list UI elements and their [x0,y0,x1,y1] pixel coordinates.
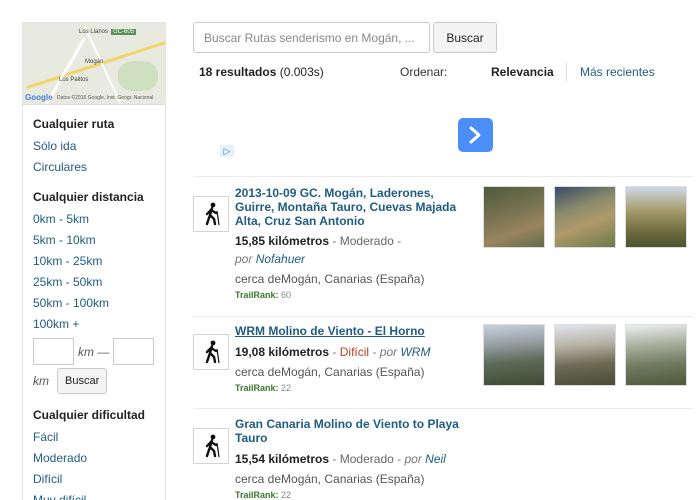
map-town-label: Los Llanos [79,29,109,35]
hiking-icon [193,334,229,370]
filter-easy[interactable]: Fácil [33,427,155,448]
filter-very-hard[interactable]: Muy difícil [33,490,155,500]
ad-next-button[interactable] [458,118,493,152]
search-button[interactable]: Buscar [433,22,497,53]
filter-distance-10-25[interactable]: 10km - 25km [33,251,155,272]
result-difficulty: Difícil [339,345,370,359]
filter-distance-50-100[interactable]: 50km - 100km [33,293,155,314]
result-photo-thumbnail[interactable] [625,186,687,248]
result-photo-thumbnail[interactable] [554,324,616,386]
result-by: por [404,452,422,466]
result-distance: 15,54 kilómetros [235,452,330,466]
distance-range-submit-row: km Buscar [33,368,155,394]
result-divider [193,316,693,317]
result-distance: 15,85 kilómetros [235,234,330,248]
result-photo-thumbnail[interactable] [483,324,545,386]
result-title-link[interactable]: 2013-10-09 GC. Mogán, Laderones, Guirre,… [235,186,460,228]
sort-relevance-tab[interactable]: Relevancia [491,65,554,79]
range-separator: km — [78,344,110,359]
result-item: WRM Molino de Viento - El Horno 19,08 ki… [193,324,693,404]
max-distance-field[interactable] [113,338,155,365]
google-logo: Google [25,93,53,102]
results-count: 18 resultados (0.003s) [199,65,324,79]
map-thumbnail[interactable]: GC-605 Los Llanos Mogán Los Palitos Goog… [23,23,165,105]
hiking-icon [193,428,229,464]
map-green-area [118,61,158,91]
result-divider [193,176,693,177]
result-by: por [235,252,253,266]
result-location: cerca deMogán, Canarias (España) [235,272,425,286]
filter-hard[interactable]: Difícil [33,469,155,490]
filter-sidebar: GC-605 Los Llanos Mogán Los Palitos Goog… [22,22,166,500]
result-author-link[interactable]: Nofahuer [256,252,305,266]
result-meta: 15,85 kilómetros - Moderado - [235,234,402,248]
result-meta: 15,54 kilómetros - Moderado - por Neil [235,452,446,466]
result-photo-thumbnail[interactable] [625,324,687,386]
result-divider [193,408,693,409]
result-photo-thumbnail[interactable] [483,186,545,248]
result-photo-thumbnail[interactable] [554,186,616,248]
results-count-number: 18 resultados [199,65,277,79]
facet-title-difficulty: Cualquier dificultad [33,408,146,422]
difficulty-facet: Cualquier dificultad Fácil Moderado Difí… [23,408,165,500]
filter-distance-0-5[interactable]: 0km - 5km [33,209,155,230]
result-by: por [379,345,398,359]
filter-one-way[interactable]: Sólo ida [33,136,155,157]
result-title-link[interactable]: WRM Molino de Viento - El Horno [235,324,460,338]
map-town-label: Mogán [85,59,104,65]
result-meta: 19,08 kilómetros - Difícil - por WRM [235,345,431,359]
range-unit: km [33,374,49,388]
result-title-link[interactable]: Gran Canaria Molino de Viento to Playa T… [235,417,460,445]
route-type-facet: Cualquier ruta Sólo ida Circulares [23,117,165,178]
result-distance: 19,08 kilómetros [235,345,330,359]
result-trailrank: TrailRank: 22 [235,383,292,393]
result-author-link[interactable]: WRM [400,345,430,359]
adchoices-icon[interactable]: ▷ [220,145,234,157]
filter-moderate[interactable]: Moderado [33,448,155,469]
result-trailrank: TrailRank: 22 [235,490,292,500]
sort-divider [566,62,567,82]
result-location: cerca deMogán, Canarias (España) [235,365,425,379]
sort-recent-tab[interactable]: Más recientes [580,65,655,79]
result-difficulty: Moderado [339,234,394,248]
map-copyright: Datos ©2016 Google, Inst. Geogr. Naciona… [57,95,154,101]
filter-distance-25-50[interactable]: 25km - 50km [33,272,155,293]
facet-title-distance: Cualquier distancia [33,190,144,204]
filter-circular[interactable]: Circulares [33,157,155,178]
distance-range-row: km — [33,338,155,365]
facet-title-route: Cualquier ruta [33,117,115,131]
filter-distance-100-plus[interactable]: 100km + [33,314,155,335]
result-author-row: por Nofahuer [235,252,305,266]
distance-facet: Cualquier distancia 0km - 5km 5km - 10km… [23,190,165,394]
min-distance-field[interactable] [33,338,74,365]
sort-label: Ordenar: [400,65,448,79]
query-time: (0.003s) [279,65,324,79]
result-item: 2013-10-09 GC. Mogán, Laderones, Guirre,… [193,186,693,306]
result-item: Gran Canaria Molino de Viento to Playa T… [193,416,693,500]
filter-distance-5-10[interactable]: 5km - 10km [33,230,155,251]
result-author-link[interactable]: Neil [425,452,446,466]
map-road-label: GC-605 [111,29,137,35]
map-town-label: Los Palitos [59,77,89,83]
result-difficulty: Moderado [339,452,394,466]
result-trailrank: TrailRank: 60 [235,290,292,300]
distance-search-button[interactable]: Buscar [57,368,108,394]
result-location: cerca deMogán, Canarias (España) [235,472,425,486]
hiking-icon [193,196,229,232]
chevron-right-icon [469,126,481,144]
search-input[interactable] [193,22,430,53]
